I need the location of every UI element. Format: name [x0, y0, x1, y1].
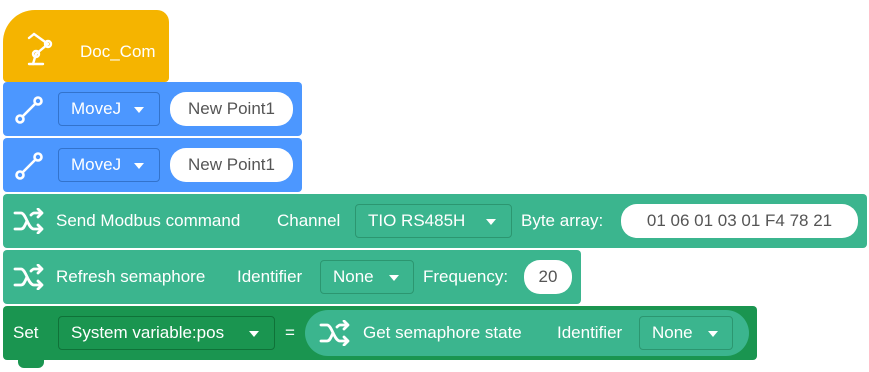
modbus-label: Send Modbus command	[56, 211, 241, 230]
get-identifier-value: None	[652, 323, 693, 342]
point-field[interactable]: New Point1	[170, 92, 293, 126]
shuffle-icon	[13, 264, 44, 290]
channel-dropdown[interactable]: TIO RS485H	[355, 204, 512, 238]
movej-mode-label: MoveJ	[71, 155, 122, 174]
channel-label: Channel	[277, 211, 341, 230]
chevron-down-icon	[134, 163, 144, 169]
set-label: Set	[13, 323, 39, 342]
channel-value: TIO RS485H	[368, 211, 466, 230]
chevron-down-icon	[708, 331, 718, 337]
identifier-dropdown[interactable]: None	[320, 260, 414, 294]
identifier-label: Identifier	[237, 267, 303, 286]
block-bottom-notch	[18, 360, 44, 368]
byte-array-value: 01 06 01 03 01 F4 78 21	[646, 211, 833, 230]
frequency-field[interactable]: 20	[524, 260, 572, 294]
get-semaphore-label: Get semaphore state	[363, 323, 522, 342]
frequency-value: 20	[538, 267, 558, 286]
get-semaphore-reporter[interactable]: Get semaphore state Identifier None	[305, 310, 749, 356]
movej-mode-dropdown[interactable]: MoveJ	[58, 148, 160, 182]
movej-mode-label: MoveJ	[71, 99, 122, 118]
byte-array-label: Byte array:	[521, 211, 604, 230]
shuffle-icon	[319, 320, 350, 346]
point-label: New Point1	[188, 155, 275, 174]
chevron-down-icon	[389, 275, 399, 281]
point-field[interactable]: New Point1	[170, 148, 293, 182]
chevron-down-icon	[486, 219, 496, 225]
movej-mode-dropdown[interactable]: MoveJ	[58, 92, 160, 126]
movej-block-2[interactable]: MoveJ New Point1	[3, 138, 302, 192]
path-line-icon	[15, 152, 43, 180]
variable-dropdown[interactable]: System variable:pos	[58, 316, 275, 350]
shuffle-icon	[13, 208, 44, 234]
movej-block-1[interactable]: MoveJ New Point1	[3, 82, 302, 136]
chevron-down-icon	[134, 107, 144, 113]
variable-value: System variable:pos	[71, 323, 225, 342]
get-identifier-label: Identifier	[557, 323, 623, 342]
refresh-label: Refresh semaphore	[56, 267, 206, 286]
get-identifier-dropdown[interactable]: None	[639, 316, 733, 350]
identifier-value: None	[333, 267, 374, 286]
point-label: New Point1	[188, 99, 275, 118]
robot-arm-icon	[27, 32, 53, 66]
send-modbus-block[interactable]: Send Modbus command Channel TIO RS485H B…	[3, 194, 867, 248]
path-line-icon	[15, 96, 43, 124]
set-variable-block[interactable]: Set System variable:pos = Get semaphore …	[3, 306, 757, 360]
hat-title: Doc_Com	[80, 42, 156, 61]
equals-sign: =	[285, 323, 295, 342]
hat-block[interactable]: Doc_Com	[3, 10, 169, 82]
chevron-down-icon	[249, 331, 259, 337]
frequency-label: Frequency:	[423, 267, 509, 286]
refresh-semaphore-block[interactable]: Refresh semaphore Identifier None Freque…	[3, 250, 581, 304]
byte-array-field[interactable]: 01 06 01 03 01 F4 78 21	[621, 204, 858, 238]
